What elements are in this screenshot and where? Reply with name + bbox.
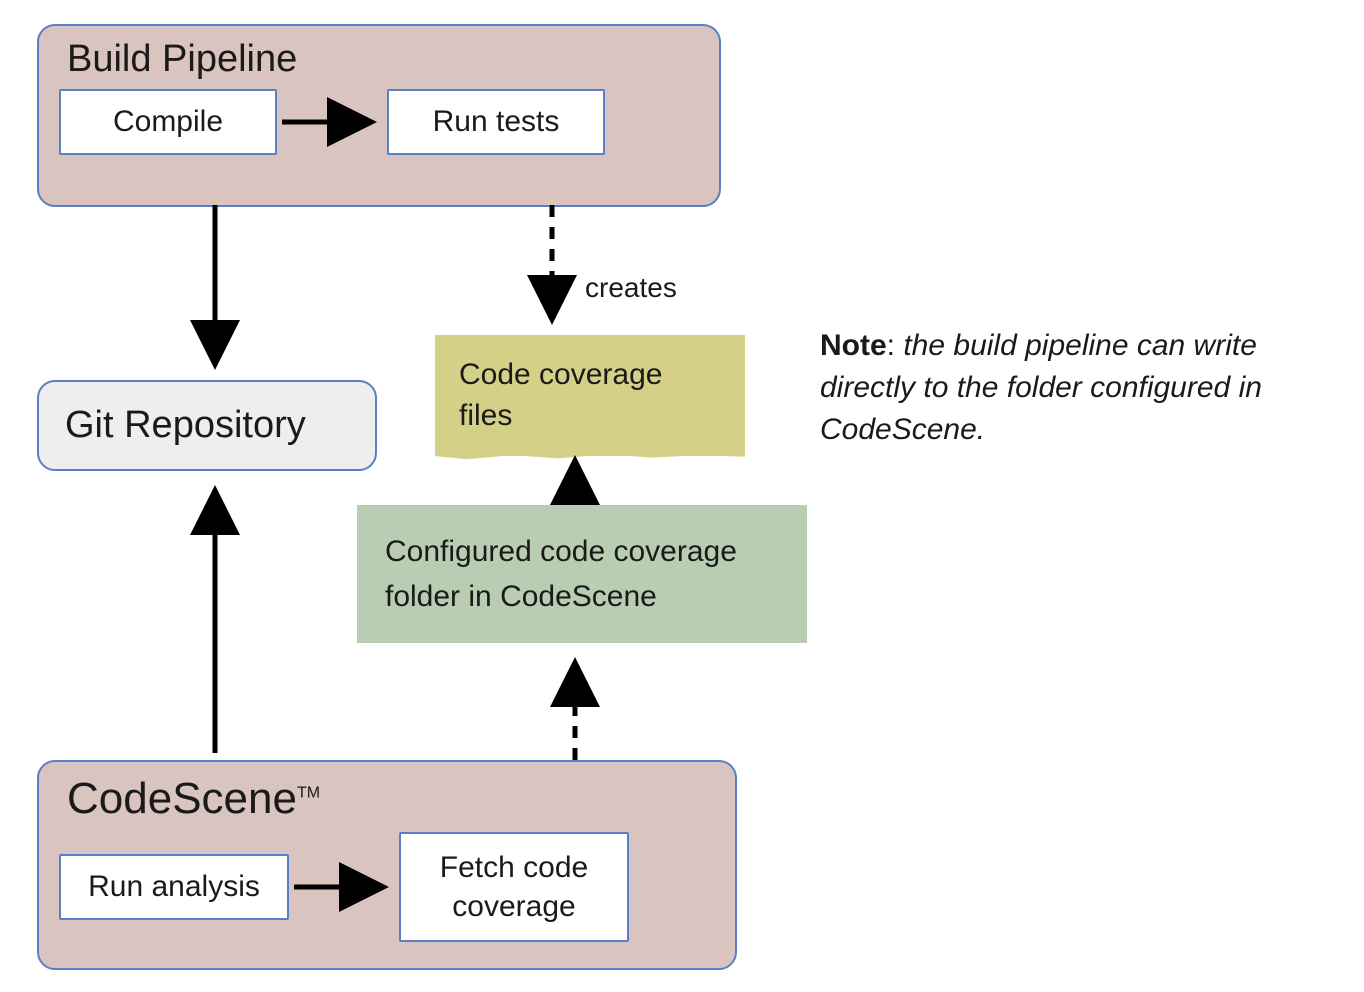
fetch-coverage-label: Fetch code coverage — [440, 851, 588, 923]
compile-label: Compile — [113, 105, 223, 138]
arrow-fetch-to-folder — [555, 650, 595, 765]
arrow-folder-to-coverage-files — [555, 450, 595, 510]
run-tests-label: Run tests — [433, 105, 560, 138]
note-text: Note: the build pipeline can write direc… — [820, 325, 1360, 451]
git-repository-box: Git Repository — [37, 380, 377, 471]
codescene-container: CodeSceneTM Run analysis Fetch code cove… — [37, 760, 737, 970]
run-analysis-label: Run analysis — [88, 870, 260, 903]
arrow-tests-to-coverage-files — [532, 205, 572, 335]
code-coverage-files-box: Code coverage files — [435, 335, 745, 456]
run-analysis-box: Run analysis — [59, 854, 289, 920]
codescene-title: CodeSceneTM — [59, 774, 715, 824]
arrow-analysis-to-fetch — [289, 867, 399, 907]
run-tests-box: Run tests — [387, 89, 605, 155]
build-pipeline-title: Build Pipeline — [59, 38, 699, 81]
arrow-analysis-to-git — [195, 478, 235, 758]
arrow-compile-to-tests — [277, 102, 387, 142]
git-repository-label: Git Repository — [65, 404, 306, 446]
configured-folder-label: Configured code coverage folder in CodeS… — [385, 535, 737, 613]
compile-box: Compile — [59, 89, 277, 155]
note-colon: : — [887, 329, 904, 362]
arrow-compile-to-git — [195, 205, 235, 380]
codescene-tm: TM — [297, 784, 320, 801]
creates-label: creates — [585, 272, 677, 304]
build-pipeline-container: Build Pipeline Compile Run tests — [37, 24, 721, 207]
code-coverage-files-label: Code coverage files — [459, 358, 662, 432]
configured-folder-box: Configured code coverage folder in CodeS… — [357, 505, 807, 643]
fetch-coverage-box: Fetch code coverage — [399, 832, 629, 942]
codescene-title-text: CodeScene — [67, 774, 297, 823]
note-bold: Note — [820, 329, 887, 362]
